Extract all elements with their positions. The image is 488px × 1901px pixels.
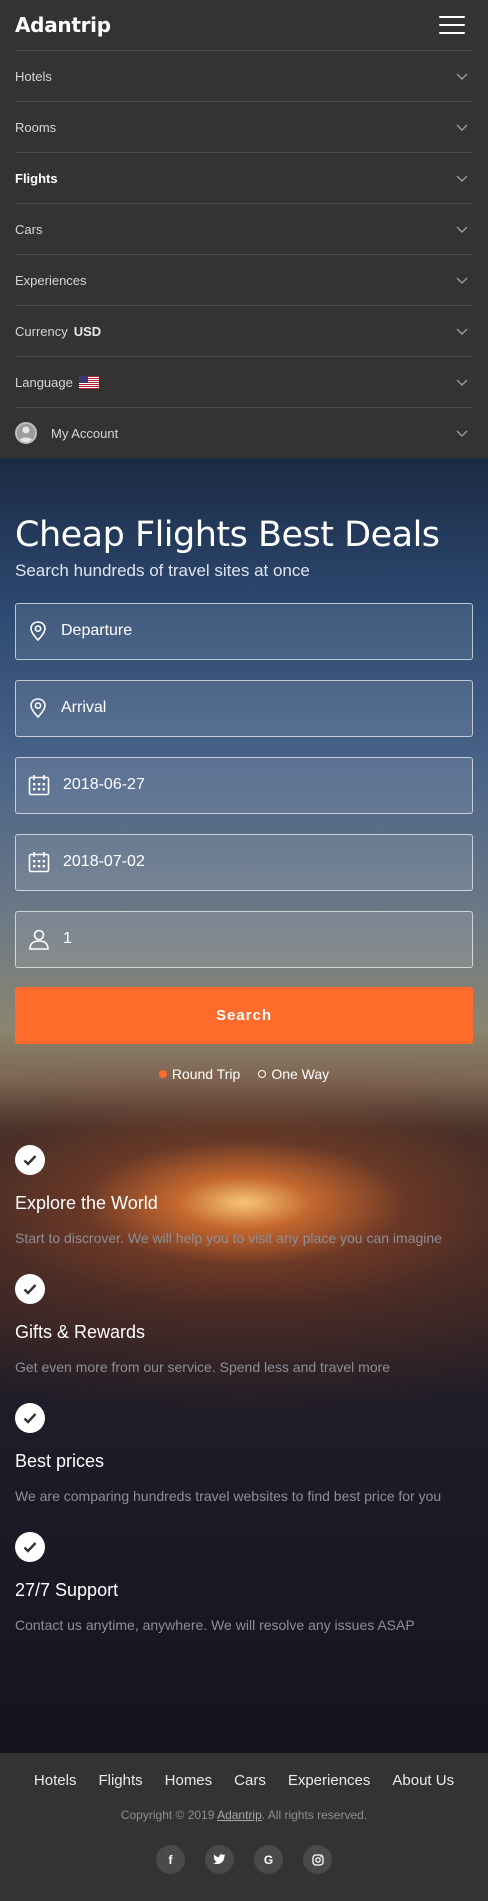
user-icon [29, 929, 49, 950]
copyright-brand-link[interactable]: Adantrip [217, 1808, 262, 1822]
hero-subtitle: Search hundreds of travel sites at once [15, 560, 310, 580]
google-icon[interactable]: G [254, 1845, 283, 1874]
search-button[interactable]: Search [15, 986, 473, 1044]
copyright-suffix: . All rights reserved. [261, 1808, 368, 1822]
account-link: My Account [15, 422, 118, 444]
departure-input[interactable]: Departure [15, 602, 473, 660]
copyright-prefix: Copyright © 2019 [120, 1808, 215, 1822]
passengers-value: 1 [63, 930, 72, 947]
feature-title: 27/7 Support [15, 1579, 119, 1600]
footer-link-flights[interactable]: Flights [98, 1772, 142, 1789]
feature-title: Best prices [15, 1450, 105, 1471]
nav-item-flights[interactable]: Flights [15, 153, 473, 204]
copyright: Copyright © 2019 Adantrip. All rights re… [0, 1808, 488, 1822]
footer-link-cars[interactable]: Cars [234, 1772, 266, 1789]
feature-item: Gifts & Rewards Get even more from our s… [15, 1273, 473, 1375]
depart-date-value: 2018-06-27 [63, 776, 145, 793]
social-links: f G [0, 1845, 488, 1874]
currency-label: Currency [15, 323, 68, 339]
chevron-down-icon [456, 226, 468, 233]
location-pin-icon [30, 698, 46, 719]
flight-search-form: Departure Arrival 2018-06-27 2018-07-02 … [15, 602, 473, 1082]
language-selector: Language [15, 375, 99, 390]
footer-link-experiences[interactable]: Experiences [288, 1772, 371, 1789]
instagram-icon[interactable] [303, 1845, 332, 1874]
top-bar: Adantrip [0, 0, 488, 50]
arrival-input[interactable]: Arrival [15, 679, 473, 737]
twitter-icon[interactable] [205, 1845, 234, 1874]
footer-link-homes[interactable]: Homes [165, 1772, 213, 1789]
checkmark-icon [15, 1531, 45, 1562]
footer-link-hotels[interactable]: Hotels [34, 1772, 77, 1789]
hamburger-menu-icon[interactable] [439, 16, 465, 34]
chevron-down-icon [456, 175, 468, 182]
feature-text: Contact us anytime, anywhere. We will re… [15, 1616, 415, 1633]
feature-text: We are comparing hundreds travel website… [15, 1487, 442, 1504]
features-list: Explore the World Start to discrover. We… [15, 1144, 473, 1633]
hero-section: Cheap Flights Best Deals Search hundreds… [0, 458, 488, 1753]
currency-value: USD [73, 323, 102, 339]
return-date-input[interactable]: 2018-07-02 [15, 833, 473, 891]
nav-item-label: Hotels [15, 68, 52, 84]
chevron-down-icon [456, 73, 468, 80]
footer-link-about-us[interactable]: About Us [392, 1772, 454, 1789]
checkmark-icon [15, 1402, 45, 1433]
one-way-label: One Way [271, 1065, 330, 1082]
feature-item: Best prices We are comparing hundreds tr… [15, 1402, 473, 1504]
chevron-down-icon [456, 379, 468, 386]
chevron-down-icon [456, 328, 468, 335]
trip-type-selector: Round Trip One Way [15, 1066, 473, 1082]
language-label: Language [15, 374, 73, 390]
feature-text: Get even more from our service. Spend le… [15, 1358, 391, 1375]
nav-item-label: Cars [15, 221, 43, 237]
nav-item-label: Rooms [15, 119, 57, 135]
nav-item-currency[interactable]: Currency USD [15, 306, 473, 357]
radio-selected-icon [158, 1069, 167, 1078]
currency-selector: Currency USD [15, 324, 101, 339]
logo[interactable]: Adantrip [15, 13, 111, 37]
nav-item-hotels[interactable]: Hotels [15, 51, 473, 102]
checkmark-icon [15, 1273, 45, 1304]
return-date-value: 2018-07-02 [63, 853, 145, 870]
feature-title: Explore the World [15, 1192, 158, 1213]
radio-unselected-icon [258, 1069, 267, 1078]
us-flag-icon [78, 375, 99, 389]
one-way-option[interactable]: One Way [258, 1066, 329, 1082]
hero-title: Cheap Flights Best Deals [15, 515, 440, 555]
feature-title: Gifts & Rewards [15, 1321, 146, 1342]
nav-item-rooms[interactable]: Rooms [15, 102, 473, 153]
chevron-down-icon [456, 124, 468, 131]
feature-item: Explore the World Start to discrover. We… [15, 1144, 473, 1246]
nav-item-cars[interactable]: Cars [15, 204, 473, 255]
chevron-down-icon [456, 430, 468, 437]
nav-item-language[interactable]: Language [15, 357, 473, 408]
nav-item-experiences[interactable]: Experiences [15, 255, 473, 306]
calendar-icon [28, 775, 50, 796]
nav-item-label: Experiences [15, 272, 87, 288]
passengers-input[interactable]: 1 [15, 910, 473, 968]
calendar-icon [28, 852, 50, 873]
chevron-down-icon [456, 277, 468, 284]
account-label: My Account [51, 425, 119, 441]
nav-item-my-account[interactable]: My Account [15, 408, 473, 459]
facebook-icon[interactable]: f [156, 1845, 185, 1874]
footer: Hotels Flights Homes Cars Experiences Ab… [0, 1753, 488, 1901]
arrival-placeholder: Arrival [61, 699, 107, 716]
nav-item-label: Flights [15, 170, 58, 186]
departure-placeholder: Departure [61, 622, 133, 639]
round-trip-label: Round Trip [171, 1065, 241, 1082]
feature-text: Start to discrover. We will help you to … [15, 1229, 442, 1246]
depart-date-input[interactable]: 2018-06-27 [15, 756, 473, 814]
checkmark-icon [15, 1144, 45, 1175]
round-trip-option[interactable]: Round Trip [158, 1065, 241, 1082]
top-navigation: Adantrip Hotels Rooms Flights Cars Exper… [0, 0, 488, 459]
footer-links: Hotels Flights Homes Cars Experiences Ab… [0, 1772, 488, 1789]
nav-menu: Hotels Rooms Flights Cars Experiences Cu… [15, 50, 473, 459]
user-avatar-icon [15, 422, 37, 444]
feature-item: 27/7 Support Contact us anytime, anywher… [15, 1531, 473, 1633]
location-pin-icon [30, 621, 46, 642]
